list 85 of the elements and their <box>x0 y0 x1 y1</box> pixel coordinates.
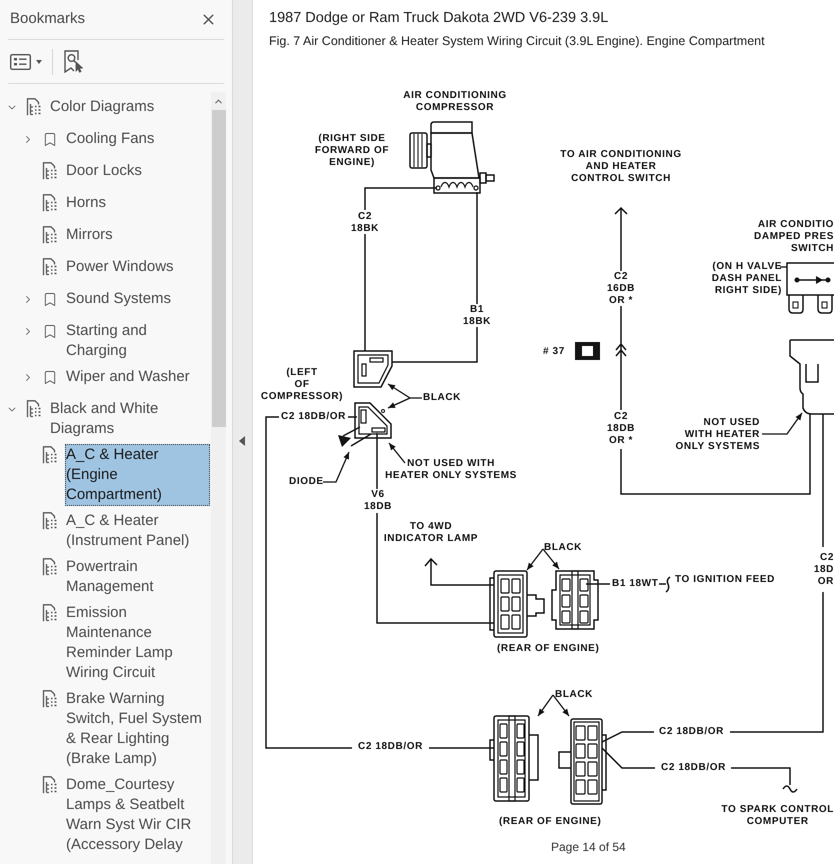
bookmark-item[interactable]: Door Locks <box>65 160 210 182</box>
collapse-arrow-icon[interactable] <box>239 436 245 446</box>
diagram-label: C2 18D OR <box>814 552 834 588</box>
page-icon <box>42 558 58 576</box>
diagram-label: C2 18DB/OR <box>281 411 346 423</box>
bookmark-item[interactable]: Black and White Diagrams <box>49 398 210 440</box>
page-number: Page 14 of 54 <box>551 840 626 854</box>
diagram-label: AIR CONDITIO DAMPED PRES SWITCH <box>754 219 834 255</box>
diagram-label: BLACK <box>423 392 461 404</box>
diagram-label: C2 18DB/OR <box>659 726 724 738</box>
bookmark-item[interactable]: Sound Systems <box>65 288 210 310</box>
bookmark-item[interactable]: A_C & Heater (Engine Compartment) <box>65 444 210 506</box>
bookmark-icon <box>42 368 58 386</box>
pressure-switch-drawing <box>786 262 834 314</box>
page-icon <box>26 98 42 116</box>
diagram-label: C2 18DB OR * <box>607 411 635 447</box>
bookmark-icon <box>42 290 58 308</box>
page-icon <box>42 162 58 180</box>
bookmark-item[interactable]: Starting and Charging <box>65 320 210 362</box>
diagram-label: (ON H VALVE DASH PANEL RIGHT SIDE) <box>712 261 782 297</box>
scrollbar-thumb[interactable] <box>212 110 226 427</box>
diagram-label: C2 18DB/OR <box>358 741 423 753</box>
leader-arrow <box>762 412 803 435</box>
bookmark-item[interactable]: Cooling Fans <box>65 128 210 150</box>
page-icon <box>42 258 58 276</box>
bookmark-item[interactable]: Wiper and Washer <box>65 366 210 388</box>
diagram-label: B1 18WT <box>612 578 658 590</box>
leader-arrow <box>542 548 560 570</box>
wire-connector <box>353 350 393 388</box>
bookmark-item[interactable]: Powertrain Management <box>65 556 210 598</box>
page-icon <box>26 400 42 418</box>
wire-connector <box>354 402 392 439</box>
leader-line <box>780 266 787 268</box>
page-icon <box>42 226 58 244</box>
diagram-label: BLACK <box>544 542 582 554</box>
diagram-label: C2 18BK <box>351 211 379 235</box>
diagram-label: (REAR OF ENGINE) <box>497 643 600 655</box>
diagram-label: TO 4WD INDICATOR LAMP <box>384 521 478 545</box>
leader-arrow <box>526 548 544 570</box>
page-icon <box>42 690 58 708</box>
diagram-label: (RIGHT SIDE FORWARD OF ENGINE) <box>314 133 390 169</box>
diagram-label: NOT USED WITH HEATER ONLY SYSTEMS <box>676 417 760 453</box>
connector-icon <box>575 342 600 360</box>
wire-connector <box>489 570 545 638</box>
caret-icon <box>36 60 42 64</box>
page-icon <box>42 604 58 622</box>
diagram-label: C2 16DB OR * <box>607 271 635 307</box>
wire-connector <box>551 570 599 630</box>
diagram-label: V6 18DB <box>364 489 392 513</box>
page-icon <box>42 512 58 530</box>
page-icon <box>42 194 58 212</box>
diagram-label: (REAR OF ENGINE) <box>499 816 602 828</box>
leader-arrow <box>537 694 554 716</box>
diagram-label: (LEFT OF COMPRESSOR) <box>260 367 344 403</box>
bookmark-item[interactable]: A_C & Heater (Instrument Panel) <box>65 510 210 552</box>
leader-arrow <box>323 452 350 483</box>
diagram-label: AIR CONDITIONING COMPRESSOR <box>403 90 507 114</box>
diagram-label: DIODE <box>289 476 324 488</box>
page-icon <box>42 446 58 464</box>
bookmark-item[interactable]: Dome_Courtesy Lamps & Seatbelt Warn Syst Wir CIR (Accessory Delay <box>65 774 210 856</box>
bookmark-item[interactable]: Horns <box>65 192 210 214</box>
document-title: 1987 Dodge or Ram Truck Dakota 2WD V6-239 3.9L <box>269 9 610 28</box>
diagram-label: NOT USED WITH HEATER ONLY SYSTEMS <box>385 458 517 482</box>
options-button[interactable] <box>10 54 42 70</box>
bookmark-item[interactable]: Emission Maintenance Reminder Lamp Wiring Circuit <box>65 602 210 684</box>
leader-arrow <box>388 442 406 464</box>
list-icon <box>10 54 31 70</box>
diagram-label: C2 18DB/OR <box>661 762 726 774</box>
diagram-label: BLACK <box>555 689 593 701</box>
diode-symbol <box>338 426 372 447</box>
bookmark-item[interactable]: Brake Warning Switch, Fuel System & Rear Lighting (Brake Lamp) <box>65 688 210 770</box>
bookmark-item[interactable]: Color Diagrams <box>49 96 210 118</box>
bookmark-icon <box>42 130 58 148</box>
figure-caption: Fig. 7 Air Conditioner & Heater System Wiring Circuit (3.9L Engine). Engine Compartment <box>269 33 766 49</box>
bookmark-item[interactable]: Power Windows <box>65 256 210 278</box>
panel-title: Bookmarks <box>10 9 86 30</box>
bookmark-search-icon[interactable] <box>63 50 83 73</box>
diagram-label: B1 18BK <box>463 304 491 328</box>
bookmark-item[interactable]: Mirrors <box>65 224 210 246</box>
page-icon <box>42 776 58 794</box>
diagram-label: TO IGNITION FEED <box>675 574 775 586</box>
diagram-label: TO SPARK CONTROL COMPUTER <box>721 804 834 828</box>
bookmark-icon <box>42 322 58 340</box>
diagram-label: TO AIR CONDITIONING AND HEATER CONTROL SWITCH <box>560 149 682 185</box>
diagram-label: # 37 <box>543 346 565 358</box>
